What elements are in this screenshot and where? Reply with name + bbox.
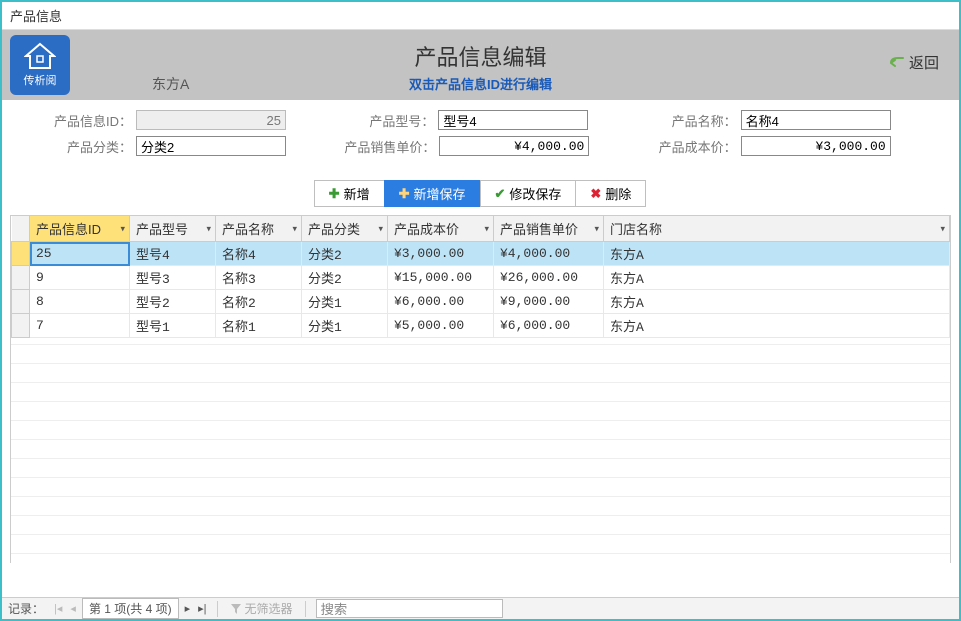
filter-indicator[interactable]: 无筛选器 [224, 600, 299, 617]
table-cell[interactable]: ¥3,000.00 [388, 242, 494, 266]
table-cell[interactable]: 名称4 [216, 242, 302, 266]
table-cell[interactable]: 东方A [604, 290, 950, 314]
page-title: 产品信息编辑 [2, 40, 959, 72]
table-cell[interactable]: 25 [30, 242, 130, 266]
sort-arrow-icon: ▾ [120, 223, 125, 234]
funnel-icon [230, 603, 242, 615]
model-label: 产品型号： [344, 111, 434, 130]
table-cell[interactable]: 7 [30, 314, 130, 338]
back-label: 返回 [909, 52, 939, 73]
status-bar: 记录： |◂ ◂ 第 1 项(共 4 项) ▸ ▸| 无筛选器 [2, 597, 959, 619]
delete-icon: ✖ [590, 186, 601, 202]
form-area: 产品信息ID： 产品型号： 产品名称： 产品分类： 产品销售单价： 产品成本价： [2, 100, 959, 168]
saleprice-input[interactable] [439, 136, 589, 156]
table-cell[interactable]: ¥9,000.00 [494, 290, 604, 314]
nav-last-button[interactable]: ▸| [194, 602, 210, 615]
table-cell[interactable]: 型号2 [130, 290, 216, 314]
col-cost[interactable]: 产品成本价▾ [388, 216, 494, 242]
table-row[interactable]: 25型号4名称4分类2¥3,000.00¥4,000.00东方A [12, 242, 950, 266]
category-input[interactable] [136, 136, 286, 156]
app-logo: 传析阅 [10, 35, 70, 95]
add-save-label: 新增保存 [413, 184, 465, 203]
back-button[interactable]: 返回 [889, 52, 939, 73]
modify-save-button[interactable]: ✔ 修改保存 [480, 180, 577, 207]
table-row[interactable]: 8型号2名称2分类1¥6,000.00¥9,000.00东方A [12, 290, 950, 314]
col-name[interactable]: 产品名称▾ [216, 216, 302, 242]
col-id[interactable]: 产品信息ID▾ [30, 216, 130, 242]
table-cell[interactable]: ¥6,000.00 [388, 290, 494, 314]
table-row[interactable]: 7型号1名称1分类1¥5,000.00¥6,000.00东方A [12, 314, 950, 338]
window-title: 产品信息 [2, 2, 959, 30]
saleprice-label: 产品销售单价： [344, 137, 435, 156]
modify-save-label: 修改保存 [509, 184, 561, 203]
table-cell[interactable]: 8 [30, 290, 130, 314]
table-cell[interactable]: 名称3 [216, 266, 302, 290]
save-icon: ✚ [399, 186, 410, 202]
table-cell[interactable]: ¥5,000.00 [388, 314, 494, 338]
delete-label: 删除 [605, 184, 631, 203]
category-label: 产品分类： [42, 137, 132, 156]
table-cell[interactable]: 名称1 [216, 314, 302, 338]
model-input[interactable] [438, 110, 588, 130]
costprice-input[interactable] [741, 136, 891, 156]
row-header [12, 242, 30, 266]
delete-button[interactable]: ✖ 删除 [575, 180, 646, 207]
nav-next-button[interactable]: ▸ [181, 602, 195, 615]
table-cell[interactable]: 名称2 [216, 290, 302, 314]
data-grid[interactable]: 产品信息ID▾ 产品型号▾ 产品名称▾ 产品分类▾ 产品成本价▾ 产品销售单价▾… [10, 215, 951, 563]
col-model[interactable]: 产品型号▾ [130, 216, 216, 242]
add-button[interactable]: ✚ 新增 [314, 180, 385, 207]
table-cell[interactable]: ¥26,000.00 [494, 266, 604, 290]
name-label: 产品名称： [647, 111, 737, 130]
name-input[interactable] [741, 110, 891, 130]
store-name-label: 东方A [152, 74, 189, 94]
table-cell[interactable]: 型号4 [130, 242, 216, 266]
table-cell[interactable]: 型号3 [130, 266, 216, 290]
col-sale[interactable]: 产品销售单价▾ [494, 216, 604, 242]
page-indicator[interactable]: 第 1 项(共 4 项) [82, 598, 179, 619]
row-header-corner [12, 216, 30, 242]
row-header [12, 290, 30, 314]
logo-text: 传析阅 [24, 72, 57, 88]
id-label: 产品信息ID： [42, 111, 132, 130]
costprice-label: 产品成本价： [647, 137, 737, 156]
record-label: 记录： [2, 600, 50, 617]
plus-icon: ✚ [329, 186, 340, 202]
table-cell[interactable]: 东方A [604, 266, 950, 290]
grid-empty-area [11, 326, 950, 563]
add-label: 新增 [344, 184, 370, 203]
toolbar: ✚ 新增 ✚ 新增保存 ✔ 修改保存 ✖ 删除 [2, 180, 959, 207]
col-store[interactable]: 门店名称▾ [604, 216, 950, 242]
search-input[interactable] [316, 599, 503, 618]
back-arrow-icon [889, 56, 907, 70]
table-cell[interactable]: 分类1 [302, 314, 388, 338]
add-save-button[interactable]: ✚ 新增保存 [384, 180, 481, 207]
house-icon [24, 42, 56, 70]
nav-first-button[interactable]: |◂ [50, 602, 66, 615]
row-header [12, 314, 30, 338]
table-cell[interactable]: 型号1 [130, 314, 216, 338]
table-cell[interactable]: 东方A [604, 314, 950, 338]
header-bar: 传析阅 东方A 产品信息编辑 双击产品信息ID进行编辑 返回 [2, 30, 959, 100]
table-cell[interactable]: 分类2 [302, 242, 388, 266]
row-header [12, 266, 30, 290]
check-icon: ✔ [495, 186, 506, 202]
table-cell[interactable]: 分类2 [302, 266, 388, 290]
table-cell[interactable]: ¥15,000.00 [388, 266, 494, 290]
nav-prev-button[interactable]: ◂ [66, 602, 80, 615]
table-row[interactable]: 9型号3名称3分类2¥15,000.00¥26,000.00东方A [12, 266, 950, 290]
table-cell[interactable]: ¥4,000.00 [494, 242, 604, 266]
table-cell[interactable]: 9 [30, 266, 130, 290]
table-cell[interactable]: ¥6,000.00 [494, 314, 604, 338]
table-cell[interactable]: 分类1 [302, 290, 388, 314]
col-category[interactable]: 产品分类▾ [302, 216, 388, 242]
table-cell[interactable]: 东方A [604, 242, 950, 266]
id-input [136, 110, 286, 130]
page-subtitle: 双击产品信息ID进行编辑 [2, 74, 959, 93]
